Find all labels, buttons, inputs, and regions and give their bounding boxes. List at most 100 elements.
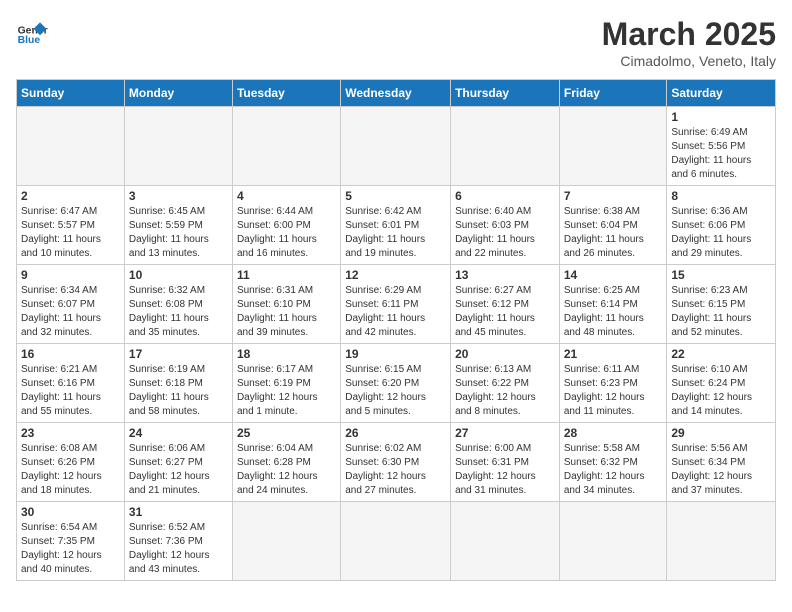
day-info: Sunrise: 6:13 AM Sunset: 6:22 PM Dayligh… — [455, 363, 555, 419]
page-header: General Blue March 2025 Cimadolmo, Venet… — [16, 16, 776, 69]
day-info: Sunrise: 6:04 AM Sunset: 6:28 PM Dayligh… — [237, 442, 336, 498]
svg-text:Blue: Blue — [18, 35, 41, 46]
weekday-header-friday: Friday — [559, 80, 667, 107]
day-number: 3 — [129, 189, 228, 203]
day-cell: 12Sunrise: 6:29 AM Sunset: 6:11 PM Dayli… — [341, 265, 451, 344]
day-cell: 16Sunrise: 6:21 AM Sunset: 6:16 PM Dayli… — [17, 344, 125, 423]
day-info: Sunrise: 6:19 AM Sunset: 6:18 PM Dayligh… — [129, 363, 228, 419]
day-cell: 28Sunrise: 5:58 AM Sunset: 6:32 PM Dayli… — [559, 423, 667, 502]
day-number: 10 — [129, 268, 228, 282]
day-cell: 26 Sunrise: 6:02 AM Sunset: 6:30 PM Dayli… — [341, 423, 451, 502]
day-cell — [341, 502, 451, 581]
day-cell: 14Sunrise: 6:25 AM Sunset: 6:14 PM Dayli… — [559, 265, 667, 344]
day-number: 4 — [237, 189, 336, 203]
day-info: Sunrise: 6:10 AM Sunset: 6:24 PM Dayligh… — [671, 363, 771, 419]
day-cell: 19 Sunrise: 6:15 AM Sunset: 6:20 PM Dayli… — [341, 344, 451, 423]
day-cell — [124, 107, 232, 186]
month-title: March 2025 — [602, 16, 776, 53]
weekday-header-saturday: Saturday — [667, 80, 776, 107]
day-info: Sunrise: 6:38 AM Sunset: 6:04 PM Dayligh… — [564, 205, 663, 261]
day-cell — [667, 502, 776, 581]
day-cell: 20 Sunrise: 6:13 AM Sunset: 6:22 PM Dayli… — [451, 344, 560, 423]
day-info: Sunrise: 6:32 AM Sunset: 6:08 PM Dayligh… — [129, 284, 228, 340]
logo-icon: General Blue — [16, 16, 48, 48]
weekday-header-thursday: Thursday — [451, 80, 560, 107]
weekday-header-wednesday: Wednesday — [341, 80, 451, 107]
day-cell — [17, 107, 125, 186]
day-info: Sunrise: 6:17 AM Sunset: 6:19 PM Dayligh… — [237, 363, 336, 419]
day-number: 16 — [21, 347, 120, 361]
day-number: 5 — [345, 189, 446, 203]
day-cell: 25Sunrise: 6:04 AM Sunset: 6:28 PM Dayli… — [232, 423, 340, 502]
day-number: 19 — [345, 347, 446, 361]
day-number: 21 — [564, 347, 663, 361]
day-number: 26 — [345, 426, 446, 440]
day-cell: 24 Sunrise: 6:06 AM Sunset: 6:27 PM Dayli… — [124, 423, 232, 502]
week-row-6: 30 Sunrise: 6:54 AM Sunset: 7:35 PM Dayli… — [17, 502, 776, 581]
logo: General Blue — [16, 16, 48, 48]
day-info: Sunrise: 6:25 AM Sunset: 6:14 PM Dayligh… — [564, 284, 663, 340]
day-cell: 27Sunrise: 6:00 AM Sunset: 6:31 PM Dayli… — [451, 423, 560, 502]
weekday-header-tuesday: Tuesday — [232, 80, 340, 107]
day-info: Sunrise: 6:08 AM Sunset: 6:26 PM Dayligh… — [21, 442, 120, 498]
weekday-header-sunday: Sunday — [17, 80, 125, 107]
day-info: Sunrise: 6:31 AM Sunset: 6:10 PM Dayligh… — [237, 284, 336, 340]
day-number: 9 — [21, 268, 120, 282]
day-info: Sunrise: 5:58 AM Sunset: 6:32 PM Dayligh… — [564, 442, 663, 498]
day-cell: 6Sunrise: 6:40 AM Sunset: 6:03 PM Daylig… — [451, 186, 560, 265]
day-cell — [232, 502, 340, 581]
day-number: 23 — [21, 426, 120, 440]
day-cell — [451, 107, 560, 186]
day-info: Sunrise: 6:40 AM Sunset: 6:03 PM Dayligh… — [455, 205, 555, 261]
week-row-3: 9 Sunrise: 6:34 AM Sunset: 6:07 PM Daylig… — [17, 265, 776, 344]
day-info: Sunrise: 6:49 AM Sunset: 5:56 PM Dayligh… — [671, 126, 771, 182]
day-info: Sunrise: 6:34 AM Sunset: 6:07 PM Dayligh… — [21, 284, 120, 340]
weekday-header-row: SundayMondayTuesdayWednesdayThursdayFrid… — [17, 80, 776, 107]
day-info: Sunrise: 6:36 AM Sunset: 6:06 PM Dayligh… — [671, 205, 771, 261]
day-number: 18 — [237, 347, 336, 361]
day-info: Sunrise: 6:29 AM Sunset: 6:11 PM Dayligh… — [345, 284, 446, 340]
day-number: 31 — [129, 505, 228, 519]
day-cell: 5Sunrise: 6:42 AM Sunset: 6:01 PM Daylig… — [341, 186, 451, 265]
day-cell: 8 Sunrise: 6:36 AM Sunset: 6:06 PM Daylig… — [667, 186, 776, 265]
location-subtitle: Cimadolmo, Veneto, Italy — [602, 53, 776, 69]
day-cell: 31 Sunrise: 6:52 AM Sunset: 7:36 PM Dayli… — [124, 502, 232, 581]
day-cell: 17Sunrise: 6:19 AM Sunset: 6:18 PM Dayli… — [124, 344, 232, 423]
day-cell: 23 Sunrise: 6:08 AM Sunset: 6:26 PM Dayli… — [17, 423, 125, 502]
day-number: 30 — [21, 505, 120, 519]
day-info: Sunrise: 6:23 AM Sunset: 6:15 PM Dayligh… — [671, 284, 771, 340]
day-info: Sunrise: 6:06 AM Sunset: 6:27 PM Dayligh… — [129, 442, 228, 498]
day-number: 24 — [129, 426, 228, 440]
day-cell: 10 Sunrise: 6:32 AM Sunset: 6:08 PM Dayli… — [124, 265, 232, 344]
day-cell — [451, 502, 560, 581]
day-cell: 2Sunrise: 6:47 AM Sunset: 5:57 PM Daylig… — [17, 186, 125, 265]
day-number: 8 — [671, 189, 771, 203]
day-cell: 21 Sunrise: 6:11 AM Sunset: 6:23 PM Dayli… — [559, 344, 667, 423]
day-number: 15 — [671, 268, 771, 282]
day-number: 20 — [455, 347, 555, 361]
day-info: Sunrise: 6:45 AM Sunset: 5:59 PM Dayligh… — [129, 205, 228, 261]
day-number: 11 — [237, 268, 336, 282]
title-block: March 2025 Cimadolmo, Veneto, Italy — [602, 16, 776, 69]
day-info: Sunrise: 6:47 AM Sunset: 5:57 PM Dayligh… — [21, 205, 120, 261]
day-info: Sunrise: 6:11 AM Sunset: 6:23 PM Dayligh… — [564, 363, 663, 419]
weekday-header-monday: Monday — [124, 80, 232, 107]
day-cell: 11 Sunrise: 6:31 AM Sunset: 6:10 PM Dayli… — [232, 265, 340, 344]
day-cell — [232, 107, 340, 186]
day-cell: 3 Sunrise: 6:45 AM Sunset: 5:59 PM Daylig… — [124, 186, 232, 265]
day-info: Sunrise: 6:54 AM Sunset: 7:35 PM Dayligh… — [21, 521, 120, 577]
day-info: Sunrise: 6:02 AM Sunset: 6:30 PM Dayligh… — [345, 442, 446, 498]
day-info: Sunrise: 6:44 AM Sunset: 6:00 PM Dayligh… — [237, 205, 336, 261]
day-number: 1 — [671, 110, 771, 124]
day-cell — [559, 502, 667, 581]
week-row-2: 2Sunrise: 6:47 AM Sunset: 5:57 PM Daylig… — [17, 186, 776, 265]
day-cell: 1 Sunrise: 6:49 AM Sunset: 5:56 PM Daylig… — [667, 107, 776, 186]
day-info: Sunrise: 6:00 AM Sunset: 6:31 PM Dayligh… — [455, 442, 555, 498]
day-cell: 7 Sunrise: 6:38 AM Sunset: 6:04 PM Daylig… — [559, 186, 667, 265]
day-cell: 29Sunrise: 5:56 AM Sunset: 6:34 PM Dayli… — [667, 423, 776, 502]
day-info: Sunrise: 6:15 AM Sunset: 6:20 PM Dayligh… — [345, 363, 446, 419]
day-info: Sunrise: 6:52 AM Sunset: 7:36 PM Dayligh… — [129, 521, 228, 577]
day-cell: 30 Sunrise: 6:54 AM Sunset: 7:35 PM Dayli… — [17, 502, 125, 581]
day-number: 7 — [564, 189, 663, 203]
day-cell: 4 Sunrise: 6:44 AM Sunset: 6:00 PM Daylig… — [232, 186, 340, 265]
